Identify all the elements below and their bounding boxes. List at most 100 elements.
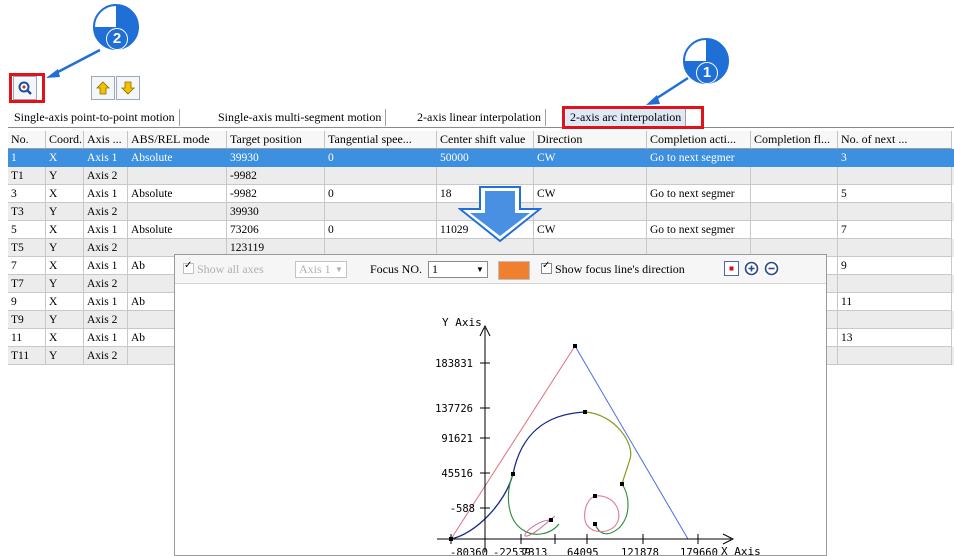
table-cell[interactable] [647, 203, 751, 221]
move-down-button[interactable] [116, 76, 140, 100]
table-cell[interactable] [751, 185, 838, 203]
table-cell[interactable]: 7 [838, 221, 952, 239]
column-header[interactable]: Axis ... [84, 131, 128, 149]
focus-no-select[interactable]: 1 ▼ [428, 261, 488, 278]
column-header[interactable]: Completion acti... [647, 131, 751, 149]
table-cell[interactable]: 50000 [437, 149, 534, 167]
table-cell[interactable]: 39930 [227, 203, 325, 221]
table-cell[interactable]: T9 [8, 311, 46, 329]
table-cell[interactable] [437, 167, 534, 185]
table-cell[interactable] [751, 221, 838, 239]
table-cell[interactable]: X [46, 257, 84, 275]
table-cell[interactable]: Axis 1 [84, 149, 128, 167]
table-cell[interactable] [647, 167, 751, 185]
table-cell[interactable]: -9982 [227, 185, 325, 203]
table-cell[interactable]: 0 [325, 221, 437, 239]
table-cell[interactable]: 0 [325, 149, 437, 167]
table-cell[interactable]: Go to next segmer [647, 185, 751, 203]
table-cell[interactable]: X [46, 221, 84, 239]
table-cell[interactable]: Y [46, 167, 84, 185]
table-cell[interactable] [534, 167, 647, 185]
table-cell[interactable]: X [46, 329, 84, 347]
table-cell[interactable]: CW [534, 149, 647, 167]
table-cell[interactable]: 13 [838, 329, 952, 347]
table-cell[interactable] [838, 203, 952, 221]
table-cell[interactable]: Axis 1 [84, 329, 128, 347]
table-cell[interactable]: 39930 [227, 149, 325, 167]
table-cell[interactable]: Axis 2 [84, 239, 128, 257]
column-header[interactable]: Tangential spee... [325, 131, 437, 149]
table-cell[interactable]: Axis 1 [84, 221, 128, 239]
table-cell[interactable]: 3 [8, 185, 46, 203]
table-cell[interactable] [838, 239, 952, 257]
table-cell[interactable]: 3 [838, 149, 952, 167]
table-cell[interactable]: Go to next segmer [647, 149, 751, 167]
table-cell[interactable]: Axis 1 [84, 293, 128, 311]
table-cell[interactable]: 9 [8, 293, 46, 311]
column-header[interactable]: No. [8, 131, 46, 149]
table-cell[interactable]: 1 [8, 149, 46, 167]
table-cell[interactable]: T5 [8, 239, 46, 257]
table-cell[interactable] [838, 275, 952, 293]
tab-2-axis-linear-interpolation[interactable]: 2-axis linear interpolation [413, 109, 546, 126]
table-cell[interactable]: 5 [8, 221, 46, 239]
column-header[interactable]: No. of next ... [838, 131, 952, 149]
column-header[interactable]: Target position [227, 131, 325, 149]
table-cell[interactable]: Absolute [128, 221, 227, 239]
table-cell[interactable]: T11 [8, 347, 46, 365]
table-cell[interactable]: Absolute [128, 185, 227, 203]
table-cell[interactable]: Axis 1 [84, 185, 128, 203]
tab-single-axis-point-to-point[interactable]: Single-axis point-to-point motion [10, 109, 180, 126]
table-cell[interactable]: Y [46, 311, 84, 329]
table-cell[interactable]: Axis 2 [84, 347, 128, 365]
table-cell[interactable]: Y [46, 203, 84, 221]
table-cell[interactable] [751, 149, 838, 167]
column-header[interactable]: Completion fl... [751, 131, 838, 149]
table-cell[interactable]: Y [46, 275, 84, 293]
table-cell[interactable]: Axis 2 [84, 311, 128, 329]
show-focus-direction-checkbox[interactable]: Show focus line's direction [541, 260, 685, 277]
table-cell[interactable]: Axis 2 [84, 275, 128, 293]
table-cell[interactable]: Axis 2 [84, 203, 128, 221]
table-cell[interactable]: Y [46, 239, 84, 257]
table-cell[interactable]: Y [46, 347, 84, 365]
table-cell[interactable] [534, 203, 647, 221]
fit-view-button[interactable] [724, 261, 739, 276]
table-cell[interactable] [751, 167, 838, 185]
table-cell[interactable]: T3 [8, 203, 46, 221]
move-up-button[interactable] [91, 76, 115, 100]
zoom-in-button[interactable] [744, 261, 759, 276]
table-row[interactable]: 1 X Axis 1 Absolute 39930 0 50000 CW Go to next … [8, 149, 954, 167]
table-cell[interactable]: Axis 2 [84, 167, 128, 185]
column-header[interactable]: ABS/REL mode [128, 131, 227, 149]
table-cell[interactable]: 5 [838, 185, 952, 203]
table-cell[interactable]: CW [534, 185, 647, 203]
column-header[interactable]: Coord. [46, 131, 84, 149]
table-cell[interactable]: 7 [8, 257, 46, 275]
table-cell[interactable]: X [46, 149, 84, 167]
show-all-axes-checkbox[interactable]: Show all axes [183, 260, 264, 277]
table-cell[interactable] [128, 167, 227, 185]
table-cell[interactable] [751, 203, 838, 221]
table-cell[interactable]: -9982 [227, 167, 325, 185]
table-cell[interactable] [838, 347, 952, 365]
table-cell[interactable] [128, 203, 227, 221]
table-cell[interactable] [838, 167, 952, 185]
table-cell[interactable] [325, 203, 437, 221]
table-cell[interactable]: 9 [838, 257, 952, 275]
table-row[interactable]: T1 Y Axis 2 -9982 [8, 167, 954, 185]
table-cell[interactable]: X [46, 185, 84, 203]
table-cell[interactable]: 11 [8, 329, 46, 347]
axis-select[interactable]: Axis 1 ▼ [295, 261, 347, 278]
table-cell[interactable]: Go to next segmer [647, 221, 751, 239]
table-cell[interactable] [325, 167, 437, 185]
table-cell[interactable]: CW [534, 221, 647, 239]
tab-single-axis-multi-segment[interactable]: Single-axis multi-segment motion [214, 109, 387, 126]
table-cell[interactable]: Axis 1 [84, 257, 128, 275]
table-cell[interactable]: 11 [838, 293, 952, 311]
table-cell[interactable]: Absolute [128, 149, 227, 167]
focus-color-swatch[interactable] [498, 261, 530, 280]
table-cell[interactable]: T1 [8, 167, 46, 185]
column-header[interactable]: Center shift value [437, 131, 534, 149]
zoom-out-button[interactable] [764, 261, 779, 276]
